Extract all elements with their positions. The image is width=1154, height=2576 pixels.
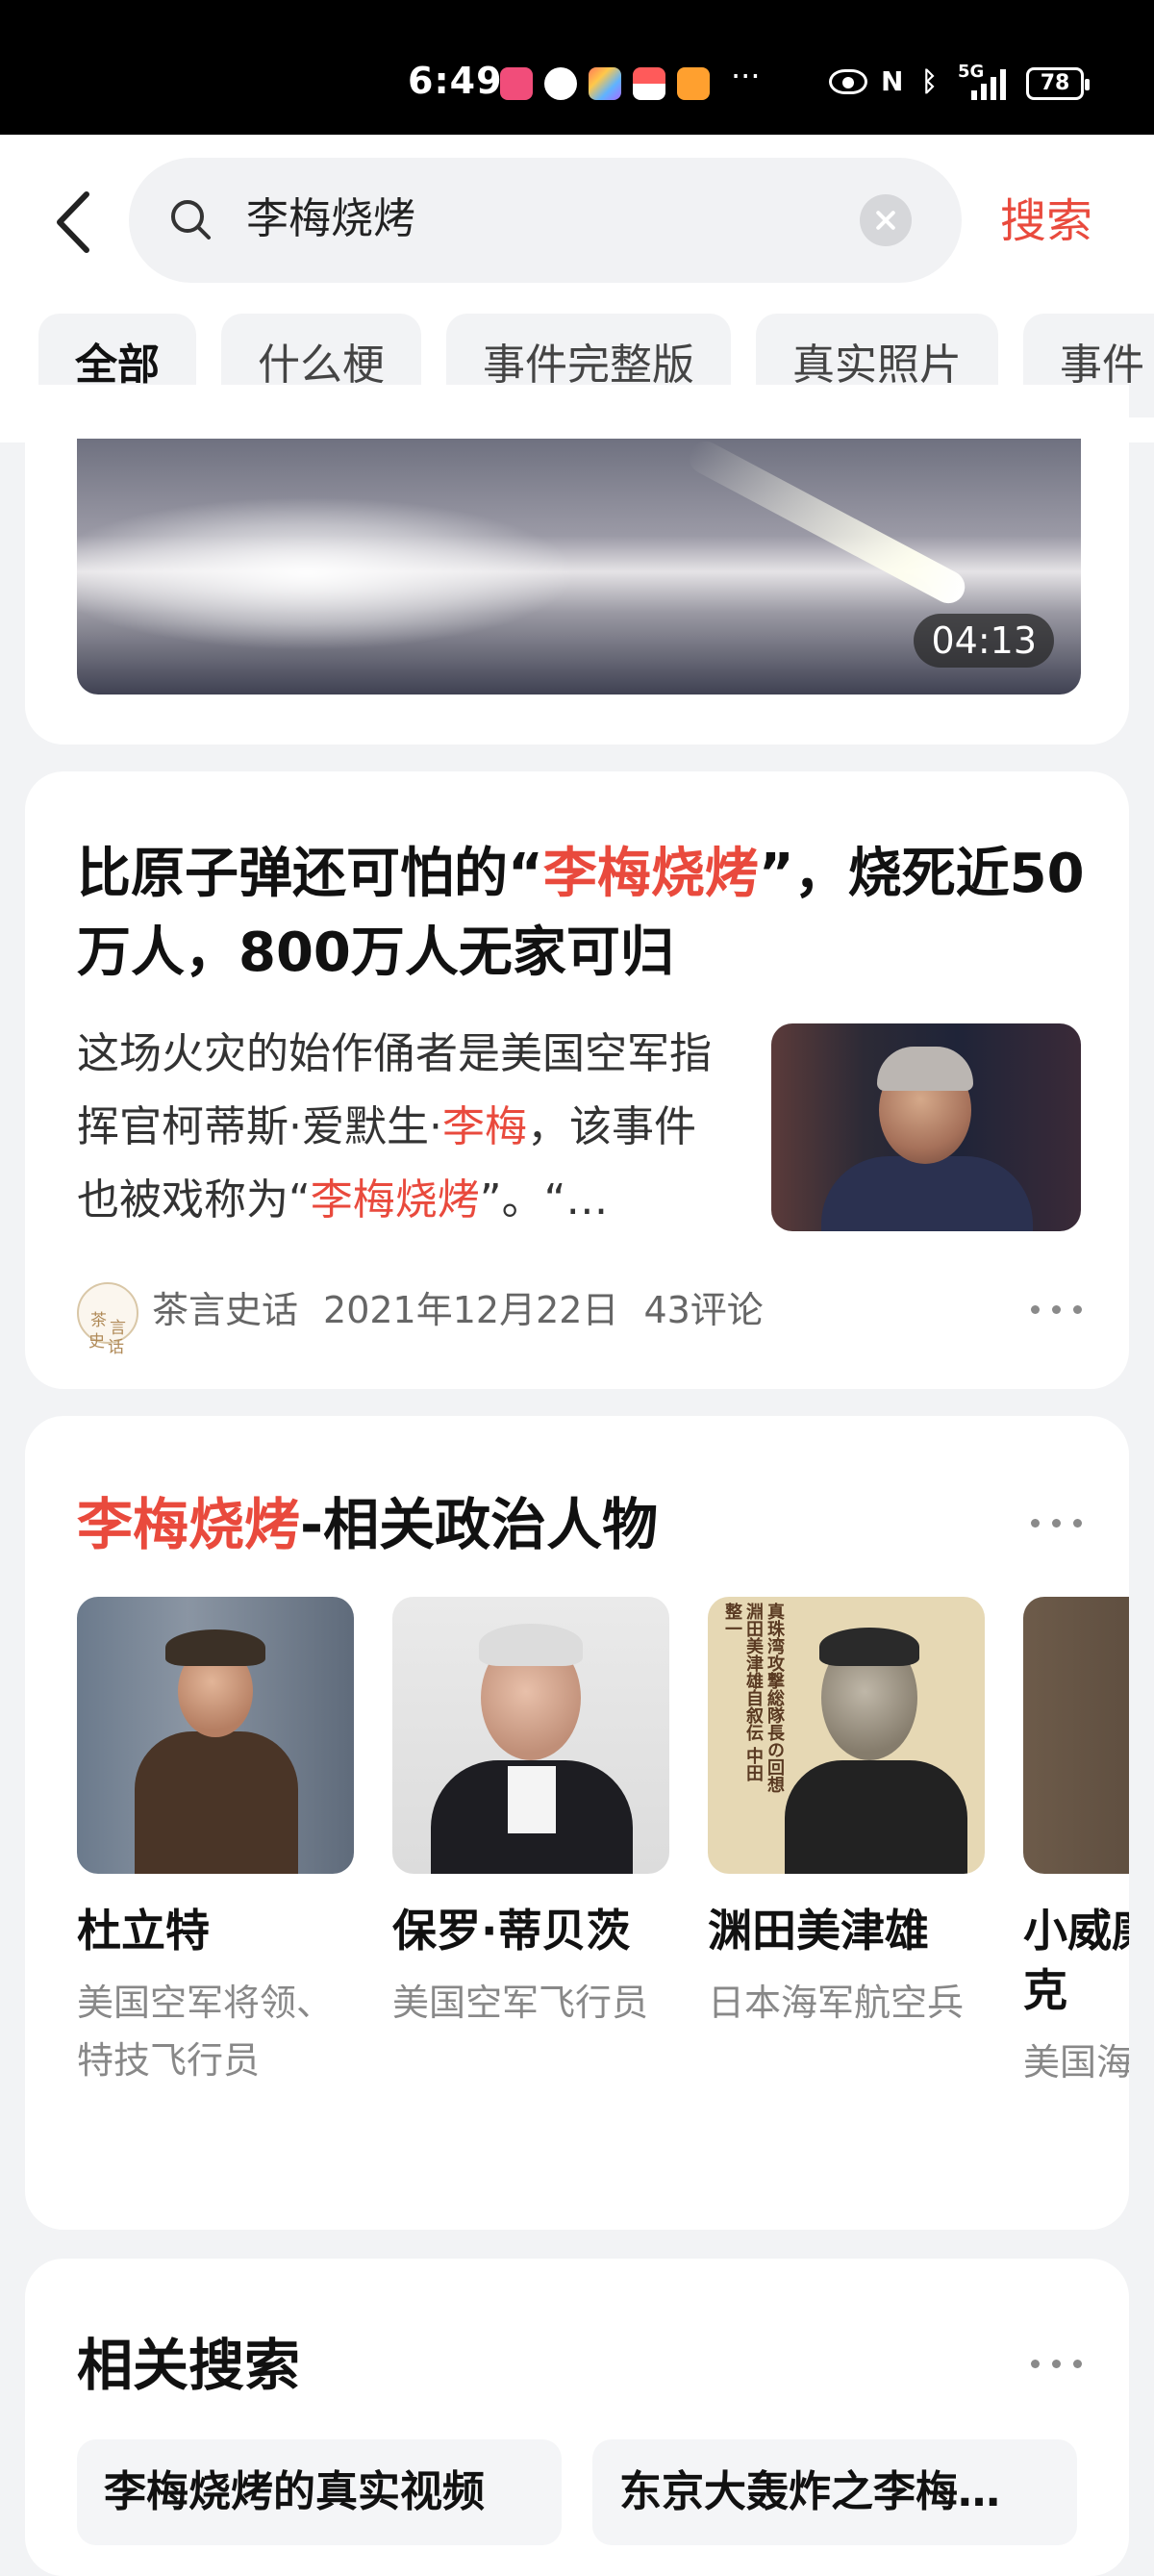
signal-icon (971, 67, 1014, 100)
article-thumbnail[interactable] (771, 1023, 1081, 1231)
article-summary: 这场火灾的始作俑者是美国空军指挥官柯蒂斯·爱默生·李梅，该事件也被戏称为“李梅烧… (77, 1029, 712, 1225)
person-card[interactable]: 保罗·蒂贝茨 美国空军飞行员 (392, 1597, 669, 2032)
person-photo[interactable] (1023, 1597, 1129, 1874)
more-options-icon[interactable] (1031, 2357, 1083, 2370)
source-avatar: 茶 言 史 话 (77, 1281, 138, 1357)
article-result-card[interactable]: 比原子弹还可怕的“李梅烧烤”，烧死近50万人，800万人无家可归 这场火灾的始作… (25, 771, 1129, 1389)
app-notification-icon (500, 67, 533, 100)
person-photo[interactable]: 真珠湾攻撃総隊長の回想 淵田美津雄自叙伝 中田整一 (708, 1597, 985, 1874)
section-title: 李梅烧烤-相关政治人物 (77, 1492, 659, 1557)
publish-date: 2021年12月22日 (323, 1289, 619, 1331)
video-scene (77, 496, 577, 650)
person-card[interactable]: 小威廉·德里克 美国海军军官 (1023, 1597, 1129, 2091)
portrait-figure (785, 1760, 967, 1874)
more-notifications-icon: ··· (731, 58, 761, 94)
person-name: 小威廉·德里克 (1023, 1905, 1129, 2016)
app-notification-icon (677, 67, 710, 100)
portrait-figure (508, 1766, 556, 1833)
related-search-item[interactable]: 东京大轰炸之李梅… (592, 2439, 1077, 2545)
portrait-figure (479, 1624, 583, 1666)
related-people-card: 李梅烧烤-相关政治人物 杜立特 美国空军将领、特技飞行员 保罗·蒂贝茨 美国空军… (25, 1416, 1129, 2230)
person-description: 美国空军将领、特技飞行员 (77, 1982, 334, 2082)
battery-icon: 78 (1026, 67, 1090, 100)
portrait-figure (819, 1628, 919, 1666)
person-description: 美国海军军官 (1023, 2041, 1129, 2084)
related-search-card: 相关搜索 李梅烧烤的真实视频 东京大轰炸之李梅… (25, 2259, 1129, 2576)
search-button[interactable]: 搜索 (1000, 183, 1092, 250)
app-notification-icon (589, 67, 621, 100)
portrait-figure (135, 1731, 298, 1874)
search-icon (171, 200, 211, 240)
book-cover-text: 真珠湾攻撃総隊長の回想 淵田美津雄自叙伝 中田整一 (722, 1603, 785, 1793)
clear-icon[interactable] (860, 194, 912, 246)
bluetooth-icon: ᛒ (921, 65, 938, 97)
person-card[interactable]: 真珠湾攻撃総隊長の回想 淵田美津雄自叙伝 中田整一 渊田美津雄 日本海军航空兵 (708, 1597, 985, 2032)
section-title: 相关搜索 (77, 2333, 301, 2398)
person-photo[interactable] (392, 1597, 669, 1874)
person-description: 美国空军飞行员 (392, 1982, 649, 2024)
app-notification-icon (633, 67, 665, 100)
search-input[interactable]: 李梅烧烤 (129, 158, 962, 283)
related-search-item[interactable]: 李梅烧烤的真实视频 (77, 2439, 562, 2545)
status-bar: 6:49 ··· N ᛒ 5G 78 (0, 0, 1154, 135)
person-name: 杜立特 (77, 1905, 210, 1957)
eye-icon (829, 69, 867, 94)
article-title[interactable]: 比原子弹还可怕的“李梅烧烤”，烧死近50万人，800万人无家可归 (77, 835, 1106, 993)
portrait-figure (877, 1047, 973, 1091)
person-card[interactable]: 杜立特 美国空军将领、特技飞行员 (77, 1597, 354, 2089)
portrait-figure (165, 1629, 265, 1666)
video-thumbnail[interactable]: 04:13 (77, 439, 1081, 695)
video-result-card[interactable]: 04:13 (25, 385, 1129, 745)
person-photo[interactable] (77, 1597, 354, 1874)
person-description: 日本海军航空兵 (708, 1982, 965, 2024)
video-duration-badge: 04:13 (914, 614, 1054, 668)
back-arrow-icon[interactable] (48, 189, 106, 256)
more-options-icon[interactable] (1031, 1516, 1083, 1529)
article-meta: 茶 言 史 话 茶言史话 2021年12月22日 43评论 (77, 1279, 764, 1357)
more-options-icon[interactable] (1031, 1302, 1083, 1316)
status-time: 6:49 (408, 60, 503, 102)
portrait-figure (821, 1156, 1033, 1231)
search-query[interactable]: 李梅烧烤 (246, 187, 415, 252)
person-name: 保罗·蒂贝茨 (392, 1905, 631, 1957)
source-name[interactable]: 茶言史话 (152, 1289, 298, 1331)
message-icon (544, 67, 577, 100)
comment-count: 43评论 (643, 1289, 764, 1331)
person-name: 渊田美津雄 (708, 1905, 929, 1957)
people-carousel[interactable]: 杜立特 美国空军将领、特技飞行员 保罗·蒂贝茨 美国空军飞行员 真珠湾攻撃総隊長… (77, 1597, 1129, 2193)
nfc-icon: N (881, 65, 904, 97)
video-scene (683, 439, 971, 610)
